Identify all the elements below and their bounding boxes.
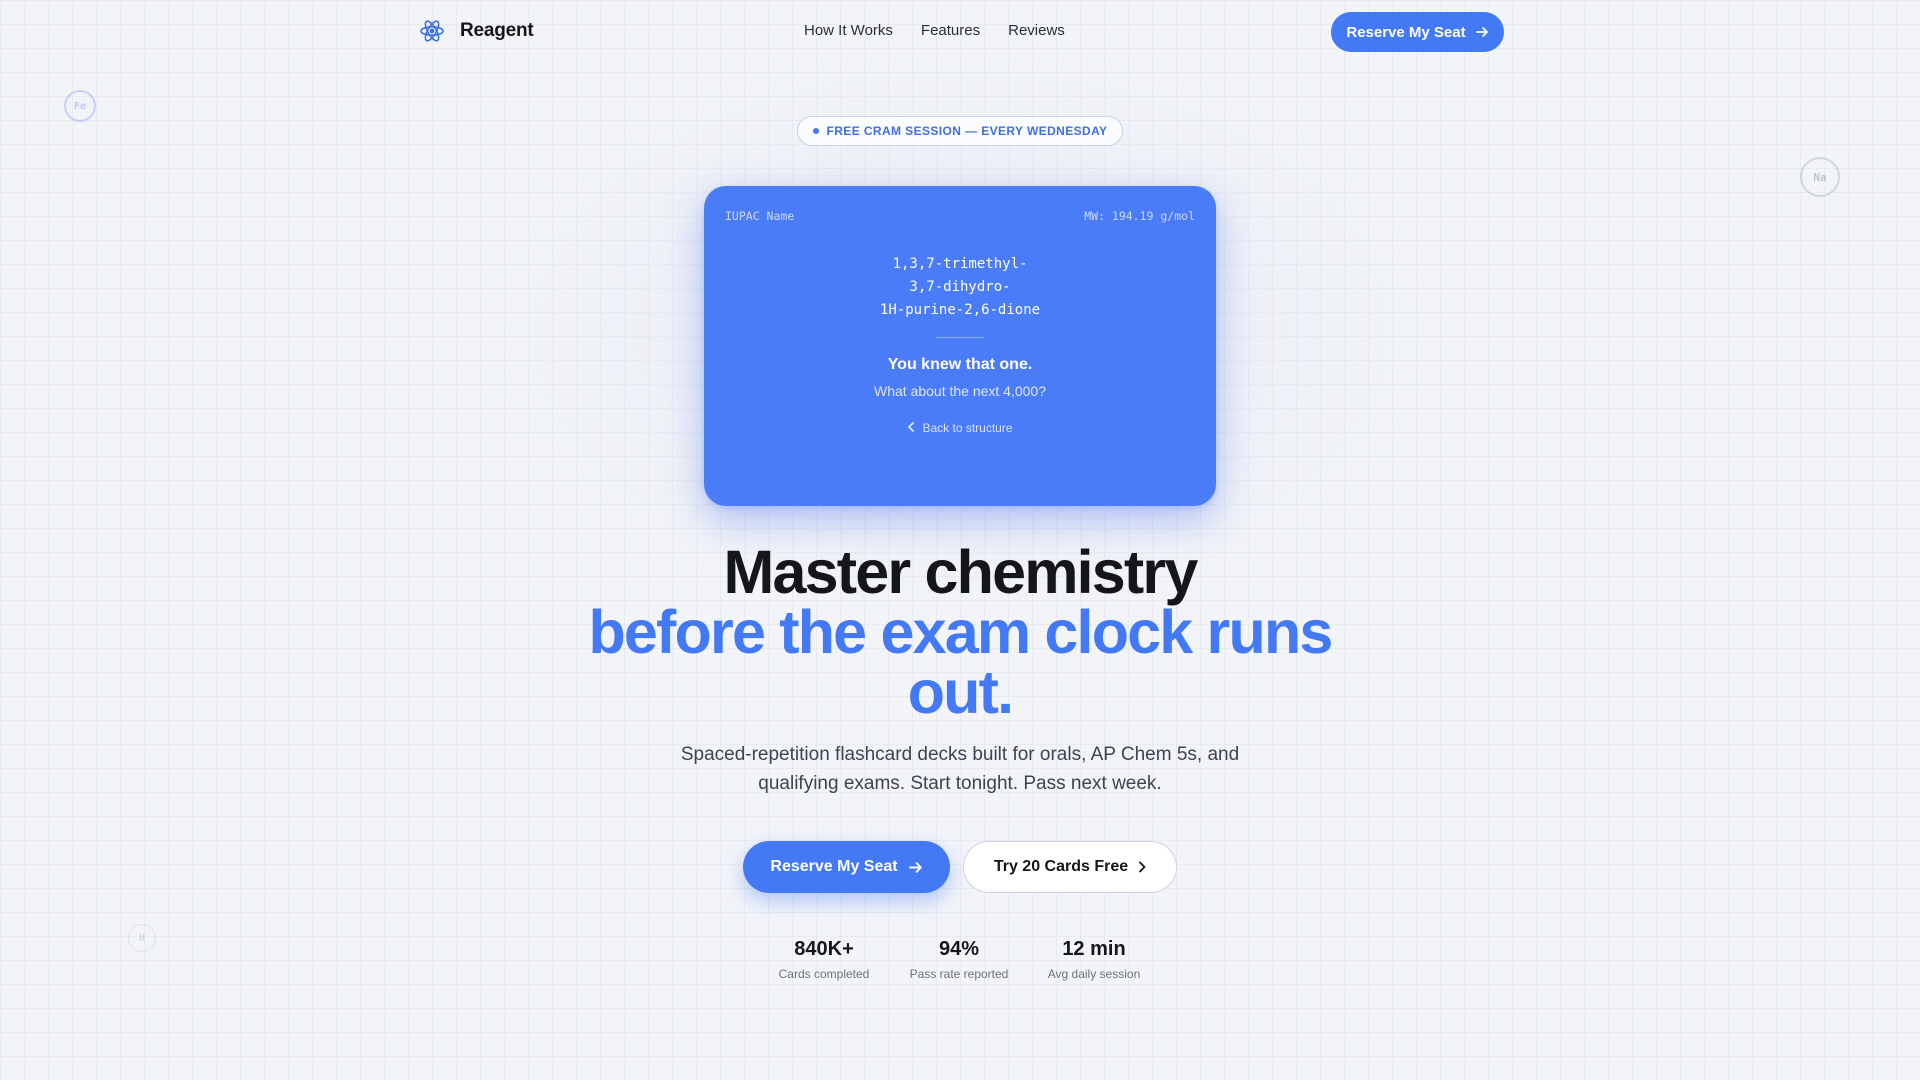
back-to-structure-label: Back to structure bbox=[922, 421, 1013, 435]
nav-reserve-label: Reserve My Seat bbox=[1346, 23, 1466, 41]
back-to-structure-link[interactable]: Back to structure bbox=[704, 421, 1216, 435]
try-free-cards-label: Try 20 Cards Free bbox=[993, 858, 1129, 875]
stat-value: 94% bbox=[938, 938, 980, 960]
try-free-cards-button[interactable]: Try 20 Cards Free bbox=[963, 841, 1177, 893]
stat-value: 12 min bbox=[1062, 938, 1126, 960]
stat-value: 840K+ bbox=[794, 938, 854, 960]
element-badge-fe: Fe bbox=[64, 90, 96, 122]
arrow-right-icon bbox=[908, 860, 923, 875]
stat-label: Avg daily session bbox=[1047, 967, 1141, 981]
stat-label: Cards completed bbox=[778, 967, 870, 981]
card-heading: You knew that one. bbox=[887, 356, 1033, 373]
formula-line: 3,7-dihydro- bbox=[909, 279, 1011, 295]
brand-name: Reagent bbox=[460, 20, 534, 41]
card-label: IUPAC Name bbox=[725, 209, 795, 223]
announcement-text: FREE CRAM SESSION — EVERY WEDNESDAY bbox=[826, 124, 1108, 138]
stat-item: 840K+ Cards completed bbox=[754, 937, 894, 981]
hero-title-line-1: Master chemistry bbox=[723, 538, 1199, 606]
nav-link-how-it-works[interactable]: How It Works bbox=[804, 22, 893, 39]
chevron-right-icon bbox=[1138, 861, 1146, 873]
card-divider bbox=[936, 337, 984, 338]
card-formula: 1,3,7-trimethyl- 3,7-dihydro- 1H-purine-… bbox=[704, 253, 1216, 322]
reserve-seat-label: Reserve My Seat bbox=[770, 858, 898, 875]
card-molecular-weight: MW: 194.19 g/mol bbox=[1084, 209, 1195, 223]
top-nav: Reagent How It Works Features Reviews Re… bbox=[0, 0, 1920, 64]
hero-title-line-2: before the exam clock runs out. bbox=[588, 598, 1333, 726]
nav-link-features[interactable]: Features bbox=[921, 22, 980, 39]
element-badge-h: H bbox=[128, 924, 156, 952]
reserve-seat-button[interactable]: Reserve My Seat bbox=[743, 841, 950, 893]
nav-reserve-button[interactable]: Reserve My Seat bbox=[1331, 12, 1504, 52]
announcement-pill[interactable]: FREE CRAM SESSION — EVERY WEDNESDAY bbox=[797, 116, 1123, 146]
formula-line: 1,3,7-trimethyl- bbox=[892, 256, 1028, 272]
brand[interactable]: Reagent bbox=[418, 17, 534, 45]
arrow-right-icon bbox=[1475, 25, 1489, 39]
card-subtext: What about the next 4,000? bbox=[873, 383, 1046, 399]
element-badge-na: Na bbox=[1800, 157, 1840, 197]
nav-links: How It Works Features Reviews bbox=[804, 22, 1065, 39]
formula-line: 1H-purine-2,6-dione bbox=[879, 302, 1041, 318]
chevron-left-icon bbox=[907, 421, 915, 435]
stat-label: Pass rate reported bbox=[909, 967, 1009, 981]
flashcard[interactable]: IUPAC Name MW: 194.19 g/mol 1,3,7-trimet… bbox=[704, 186, 1216, 506]
nav-link-reviews[interactable]: Reviews bbox=[1008, 22, 1065, 39]
hero-title: Master chemistry before the exam clock r… bbox=[560, 538, 1360, 726]
atom-icon bbox=[418, 17, 446, 45]
hero-lede: Spaced-repetition flashcard decks built … bbox=[680, 744, 1240, 794]
stat-item: 94% Pass rate reported bbox=[889, 937, 1029, 981]
status-dot-icon bbox=[812, 128, 819, 134]
stat-item: 12 min Avg daily session bbox=[1024, 937, 1164, 981]
